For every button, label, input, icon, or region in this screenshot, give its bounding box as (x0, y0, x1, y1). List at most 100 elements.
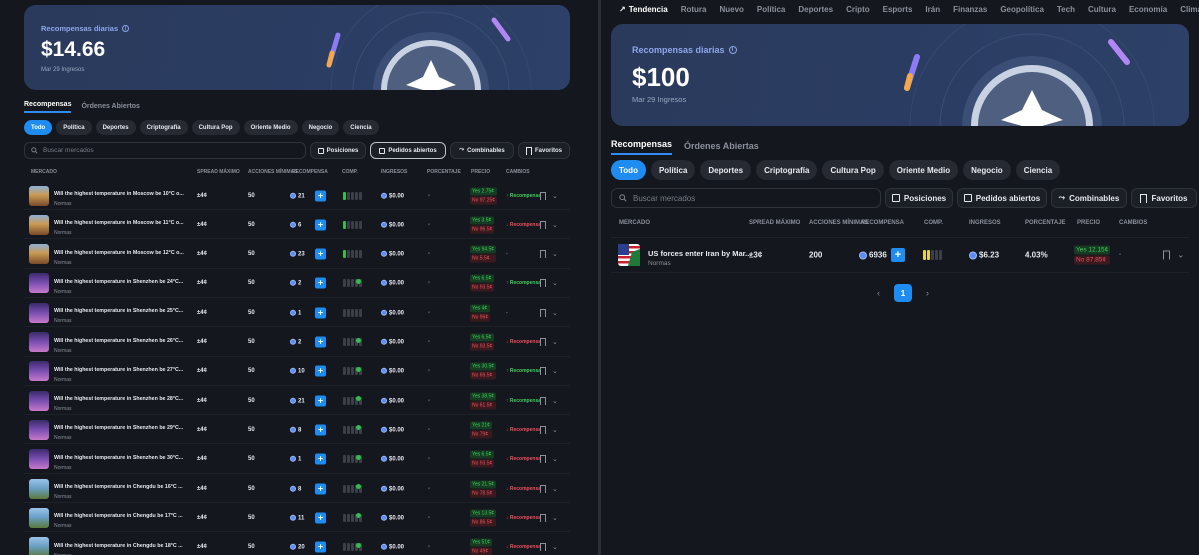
chip-politica[interactable]: Política (650, 160, 696, 180)
col-ingresos[interactable]: INGRESOS (969, 220, 1001, 226)
yes-price-button[interactable]: Yes 21.5¢ (470, 480, 497, 488)
table-row[interactable]: Will the highest temperature in Shenzhen… (24, 329, 570, 357)
tab-ordenes-abiertos[interactable]: Órdenes Abiertos (81, 103, 139, 113)
add-reward-button[interactable]: + (315, 277, 326, 289)
market-title[interactable]: Will the highest temperature in Chengdu … (54, 484, 192, 490)
no-price-button[interactable]: No 69.5¢ (470, 371, 497, 380)
posiciones-button[interactable]: Posiciones (885, 188, 953, 208)
no-price-button[interactable]: No 93.5¢ (470, 283, 495, 292)
chip-oriente-medio[interactable]: Oriente Medio (243, 120, 298, 135)
market-title[interactable]: Will the highest temperature in Moscow b… (54, 220, 192, 226)
chevron-down-icon[interactable]: ⌄ (552, 309, 558, 317)
add-reward-button[interactable]: + (315, 512, 326, 524)
table-row[interactable]: Will the highest temperature in Shenzhen… (24, 446, 570, 474)
market-title[interactable]: US forces enter Iran by Mar... (648, 249, 751, 258)
no-price-button[interactable]: No 49¢ (470, 547, 492, 555)
bookmark-icon[interactable] (540, 513, 546, 522)
add-reward-button[interactable]: + (315, 483, 326, 494)
nav-item[interactable]: Economía (1129, 5, 1167, 14)
next-page-button[interactable]: › (926, 288, 929, 298)
col-mercado[interactable]: MERCADO (619, 220, 650, 226)
chevron-down-icon[interactable]: ⌄ (552, 455, 558, 463)
pedidos-abiertos-button[interactable]: Pedidos abiertos (370, 142, 446, 159)
col-porcentaje[interactable]: PORCENTAJE (1025, 220, 1066, 226)
col-recompensa[interactable]: RECOMPENSA (861, 220, 904, 226)
col-cambios[interactable]: CAMBIOS (506, 169, 530, 175)
bookmark-icon[interactable] (540, 250, 546, 259)
add-reward-button[interactable]: + (315, 248, 326, 260)
nav-item[interactable]: Tech (1057, 5, 1075, 14)
no-price-button[interactable]: No 79¢ (470, 430, 492, 439)
table-row[interactable]: Will the highest temperature in Chengdu … (24, 504, 570, 533)
add-reward-button[interactable]: + (315, 336, 326, 348)
col-precio[interactable]: PRECIO (471, 169, 490, 175)
yes-price-button[interactable]: Yes 21¢ (470, 421, 492, 430)
nav-item[interactable]: Cultura (1088, 5, 1116, 14)
nav-item[interactable]: Finanzas (953, 5, 987, 14)
chevron-down-icon[interactable]: ⌄ (552, 397, 558, 405)
chevron-down-icon[interactable]: ⌄ (1177, 250, 1185, 261)
nav-item[interactable]: Geopolítica (1000, 5, 1044, 14)
tab-recompensas[interactable]: Recompensas (611, 139, 673, 155)
col-acciones[interactable]: ACCIONES MÍNIMAS (809, 220, 868, 226)
add-reward-button[interactable]: + (315, 424, 326, 436)
yes-price-button[interactable]: Yes 51¢ (470, 538, 492, 547)
market-title[interactable]: Will the highest temperature in Moscow b… (54, 250, 192, 256)
nav-item[interactable]: Deportes (798, 5, 833, 14)
table-row[interactable]: US forces enter Iran by Mar... Normas ±3… (611, 237, 1189, 273)
nav-item[interactable]: Esports (883, 5, 913, 14)
chip-deportes[interactable]: Deportes (700, 160, 752, 180)
market-title[interactable]: Will the highest temperature in Shenzhen… (54, 338, 192, 344)
table-row[interactable]: Will the highest temperature in Chengdu … (24, 534, 570, 555)
no-price-button[interactable]: No 93.5¢ (470, 342, 495, 351)
pedidos-abiertos-button[interactable]: Pedidos abiertos (957, 188, 1047, 208)
yes-price-button[interactable]: Yes 2.75¢ (470, 187, 498, 195)
nav-item[interactable]: Cripto (846, 5, 870, 14)
no-price-button[interactable]: No 61.5¢ (470, 401, 497, 410)
chevron-down-icon[interactable]: ⌄ (552, 367, 558, 375)
bookmark-icon[interactable] (540, 543, 546, 552)
table-row[interactable]: Will the highest temperature in Shenzhen… (24, 358, 570, 386)
chip-cultura-pop[interactable]: Cultura Pop (191, 120, 240, 135)
add-reward-button[interactable]: + (315, 453, 326, 465)
market-title[interactable]: Will the highest temperature in Shenzhen… (54, 455, 192, 461)
market-title[interactable]: Will the highest temperature in Shenzhen… (54, 425, 192, 431)
nav-item[interactable]: Política (757, 5, 785, 14)
page-1-button[interactable]: 1 (894, 284, 912, 302)
col-ingresos[interactable]: INGRESOS (381, 169, 407, 175)
yes-price-button[interactable]: Yes 3.5¢ (470, 216, 495, 225)
chip-ciencia[interactable]: Ciencia (1015, 160, 1061, 180)
add-reward-button[interactable]: + (315, 365, 326, 377)
prev-page-button[interactable]: ‹ (877, 288, 880, 298)
chip-cultura-pop[interactable]: Cultura Pop (822, 160, 884, 180)
chevron-down-icon[interactable]: ⌄ (552, 250, 558, 258)
yes-price-button[interactable]: Yes 30.5¢ (470, 362, 497, 371)
no-price-button[interactable]: No 97.25¢ (470, 196, 498, 204)
col-spread[interactable]: SPREAD MÁXIMO (749, 220, 800, 226)
table-row[interactable]: Will the highest temperature in Moscow b… (24, 241, 570, 269)
bookmark-icon[interactable] (540, 279, 546, 288)
no-price-button[interactable]: No 96.5¢ (470, 225, 495, 234)
bookmark-icon[interactable] (1163, 250, 1170, 260)
chip-politica[interactable]: Política (56, 120, 92, 135)
table-row[interactable]: Will the highest temperature in Moscow b… (24, 182, 570, 210)
col-spread[interactable]: SPREAD MÁXIMO (197, 169, 240, 175)
bookmark-icon[interactable] (540, 484, 546, 493)
search-input[interactable]: Buscar mercados (611, 188, 881, 208)
chevron-down-icon[interactable]: ⌄ (552, 514, 558, 522)
table-row[interactable]: Will the highest temperature in Moscow b… (24, 211, 570, 240)
no-price-button[interactable]: No 78.5¢ (470, 489, 497, 497)
chip-deportes[interactable]: Deportes (95, 120, 136, 135)
bookmark-icon[interactable] (540, 308, 546, 317)
yes-price-button[interactable]: Yes 6.5¢ (470, 450, 495, 459)
favoritos-button[interactable]: Favoritos (518, 142, 570, 159)
bookmark-icon[interactable] (540, 338, 546, 346)
col-cambios[interactable]: CAMBIOS (1119, 220, 1147, 226)
market-title[interactable]: Will the highest temperature in Shenzhen… (54, 279, 192, 285)
chip-criptografia[interactable]: Criptografía (756, 160, 818, 180)
add-reward-button[interactable]: + (315, 190, 326, 201)
chip-criptografia[interactable]: Criptografía (139, 120, 188, 135)
no-price-button[interactable]: No 87.85¢ (1074, 255, 1111, 265)
bookmark-icon[interactable] (540, 425, 546, 434)
tab-ordenes-abiertas[interactable]: Órdenes Abiertas (684, 141, 759, 155)
